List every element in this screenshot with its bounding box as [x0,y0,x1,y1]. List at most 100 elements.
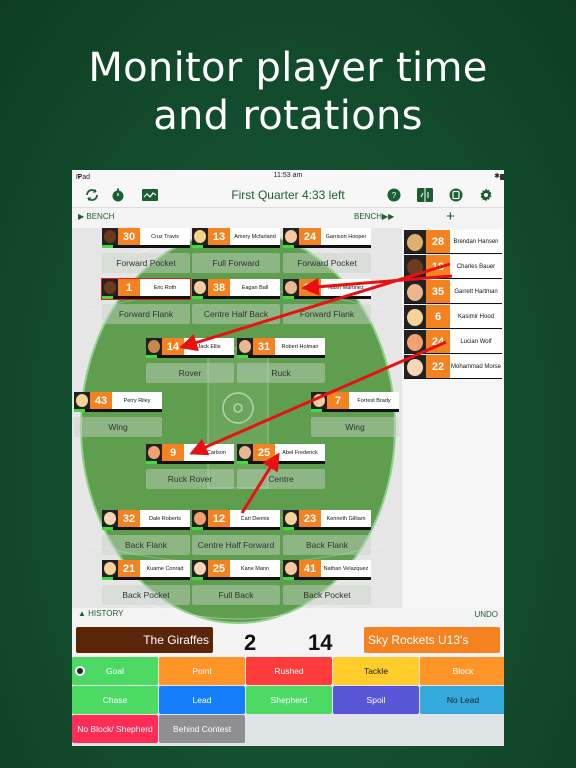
player-avatar [192,560,208,580]
bench-player-card[interactable]: 28 Brendan Hansen [404,230,502,254]
position-slot[interactable]: Wing [311,417,399,437]
bench-left-toggle[interactable]: ▶ BENCH [78,212,114,221]
bench-player-card[interactable]: 24 Lucian Wolf [404,330,502,354]
position-slot[interactable]: Forward Flank [283,304,371,324]
field-map-icon[interactable] [417,187,433,203]
period-clock-title: First Quarter 4:33 left [231,188,345,202]
bench-player-card[interactable]: 18 Charles Bauer [404,255,502,279]
action-label: Chase [102,695,128,705]
player-card[interactable]: 12 Carl Dennis [192,510,280,530]
battery-icon [500,174,504,180]
position-slot[interactable]: Rover [146,363,234,383]
position-slot[interactable]: Forward Pocket [283,253,371,273]
player-card[interactable]: 21 Kuame Conrad [102,560,190,580]
time-bar [102,577,113,580]
undo-button[interactable]: UNDO [474,610,498,619]
position-slot[interactable]: Centre Half Back [192,304,280,324]
player-card[interactable]: 7 Forrest Brady [311,392,399,412]
bench-player-card[interactable]: 22 Mohammad Morse [404,355,502,379]
action-label: Spoil [366,695,386,705]
action-button-chase[interactable]: Chase [72,686,158,714]
player-card[interactable]: 14 Jack Ellis [146,338,234,358]
action-button-shepherd[interactable]: Shepherd [246,686,332,714]
player-card[interactable]: 9 Mack Carlson [146,444,234,464]
position-slot[interactable]: Back Flank [283,535,371,555]
action-button-block[interactable]: Block [420,657,504,685]
action-button-goal[interactable]: Goal [72,657,158,685]
player-card[interactable]: 43 Perry Riley [74,392,162,412]
position-slot[interactable]: Full Back [192,585,280,605]
position-slot[interactable]: Full Forward [192,253,280,273]
headline-line-1: Monitor player time [88,45,488,91]
player-name: Garrison Hooper [325,233,367,240]
player-card[interactable]: 23 Kenneth Gilliam [283,510,371,530]
player-name: Kasimir Hood [457,313,494,320]
position-slot[interactable]: Ruck Rover [146,469,234,489]
player-number: 13 [208,228,230,245]
player-card[interactable]: 30 Cruz Travis [102,228,190,248]
action-button-behind-contest[interactable]: Behind Contest [159,715,245,743]
player-name: Kane Mann [240,565,270,572]
position-slot[interactable]: Back Pocket [283,585,371,605]
player-avatar [192,510,208,530]
player-avatar [146,444,162,464]
player-card[interactable]: 25 Kane Mann [192,560,280,580]
bench-player-card[interactable]: 6 Kasimir Hood [404,305,502,329]
player-avatar [404,280,426,303]
player-number: 24 [426,330,450,353]
player-card[interactable]: 24 Garrison Hooper [283,228,371,248]
record-radio-icon[interactable] [75,666,85,676]
position-slot[interactable]: Forward Flank [102,304,190,324]
position-slot[interactable]: Back Flank [102,535,190,555]
status-bar: iPad ᯤ 11:53 am ✱ 40% [72,170,504,182]
player-name: Perry Riley [123,397,151,404]
player-card[interactable]: 31 Robert Holman [237,338,325,358]
position-slot[interactable]: Centre [237,469,325,489]
time-bar [237,355,248,358]
player-avatar [404,255,426,278]
player-card[interactable]: 39 Nash Martinez [283,279,371,299]
bench-player-card[interactable]: 35 Garrett Hartman [404,280,502,304]
player-number: 24 [299,228,321,245]
position-slot[interactable]: Forward Pocket [102,253,190,273]
player-card[interactable]: 13 Amery Mcfarland [192,228,280,248]
player-card[interactable]: 25 Abel Frederick [237,444,325,464]
gear-icon[interactable] [478,187,494,203]
action-button-tackle[interactable]: Tackle [333,657,419,685]
time-bar [283,245,294,248]
position-slot[interactable]: Ruck [237,363,325,383]
svg-text:?: ? [392,191,397,200]
player-name: Kuame Conrad [146,565,184,572]
position-slot[interactable]: Centre Half Forward [192,535,280,555]
time-bar [192,577,203,580]
history-toggle[interactable]: ▲ HISTORY [78,609,123,618]
player-number: 31 [253,338,275,355]
player-card[interactable]: 41 Nathan Velazquez [283,560,371,580]
action-label: Goal [106,666,124,676]
player-card[interactable]: 1 Eric Roth [101,278,191,300]
time-bar [192,527,203,530]
bench-right-toggle[interactable]: BENCH▶▶ [354,212,394,221]
position-slot[interactable]: Back Pocket [102,585,190,605]
player-card[interactable]: 38 Eagan Ball [192,279,280,299]
ipad-screen: iPad ᯤ 11:53 am ✱ 40% First Quarter 4:33… [72,170,504,746]
away-team: Sky Rockets U13's [364,627,500,653]
history-bar: ▲ HISTORY UNDO [72,606,504,626]
add-player-button[interactable]: + [446,208,455,225]
time-bar [192,296,203,299]
player-name: Lucian Wolf [460,338,492,345]
action-button-rushed[interactable]: Rushed [246,657,332,685]
help-icon[interactable]: ? [386,187,402,203]
player-card[interactable]: 32 Dale Roberts [102,510,190,530]
player-avatar [102,228,118,248]
action-button-lead[interactable]: Lead [159,686,245,714]
action-label: Behind Contest [172,724,232,734]
jersey-icon[interactable] [448,187,464,203]
player-name: Garrett Hartman [454,288,498,295]
action-button-spoil[interactable]: Spoil [333,686,419,714]
action-button-no-block-shepherd[interactable]: No Block/ Shepherd [72,715,158,743]
player-number: 25 [208,560,230,577]
action-button-no-lead[interactable]: No Lead [420,686,504,714]
action-button-point[interactable]: Point [159,657,245,685]
position-slot[interactable]: Wing [74,417,162,437]
